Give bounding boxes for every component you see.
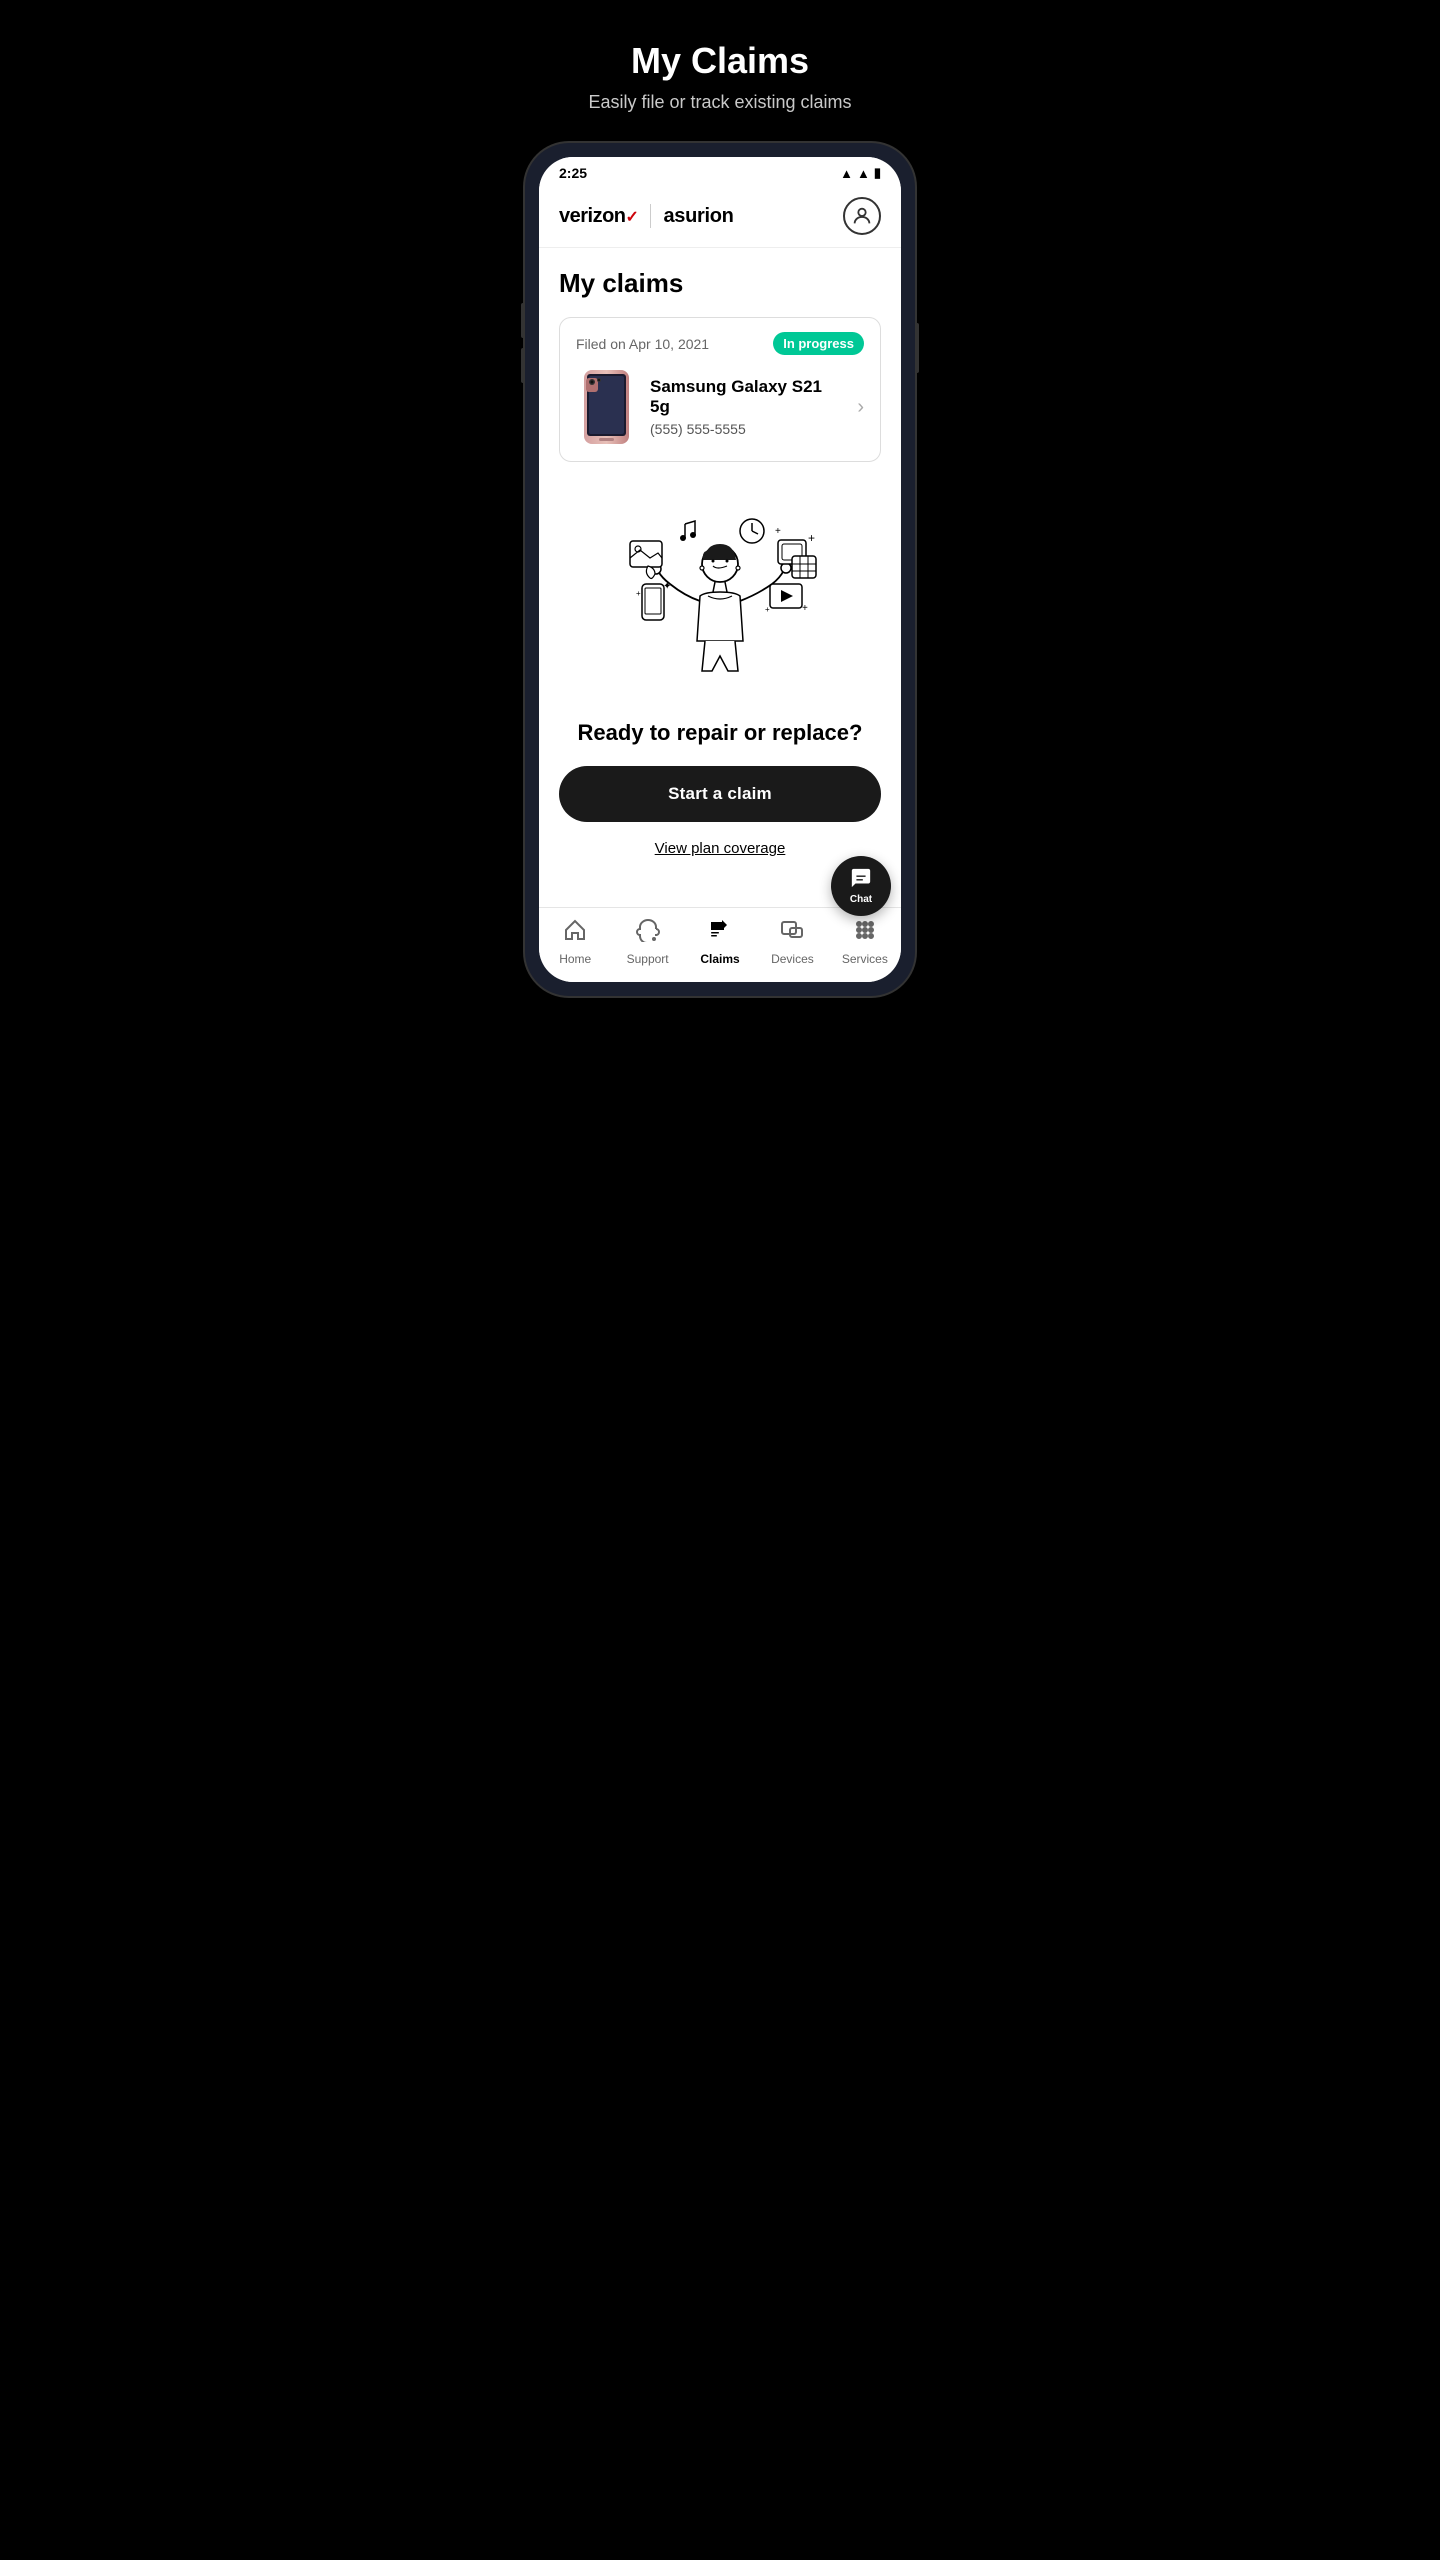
svg-text:+: +: [775, 526, 781, 537]
svg-text:✦: ✦: [663, 581, 671, 592]
device-image: [576, 367, 636, 447]
nav-item-support[interactable]: Support: [611, 918, 683, 966]
home-icon: [563, 918, 587, 948]
verizon-logo: verizon✓: [559, 205, 638, 228]
nav-item-services[interactable]: Services: [829, 918, 901, 966]
start-claim-button[interactable]: Start a claim: [559, 766, 881, 822]
illustration-section: + + ✦ + +: [559, 486, 881, 887]
chevron-right-icon: ›: [857, 396, 864, 419]
svg-text:+: +: [808, 531, 815, 545]
support-icon: [636, 918, 660, 948]
claim-card-header: Filed on Apr 10, 2021 In progress: [576, 332, 864, 355]
home-nav-label: Home: [559, 952, 591, 966]
app-content: My claims Filed on Apr 10, 2021 In progr…: [539, 248, 901, 907]
svg-text:+: +: [802, 603, 808, 614]
logo-container: verizon✓ asurion: [559, 204, 734, 228]
chat-icon: [850, 867, 872, 892]
view-coverage-link[interactable]: View plan coverage: [655, 840, 786, 857]
claims-section-title: My claims: [559, 268, 881, 299]
claim-device-row: Samsung Galaxy S21 5g (555) 555-5555 ›: [576, 367, 864, 447]
device-phone-number: (555) 555-5555: [650, 421, 843, 437]
svg-text:+: +: [636, 589, 641, 598]
outer-wrapper: My Claims Easily file or track existing …: [510, 40, 930, 996]
profile-button[interactable]: [843, 197, 881, 235]
status-time: 2:25: [559, 165, 587, 181]
page-subtitle: Easily file or track existing claims: [588, 92, 851, 113]
logo-divider: [650, 204, 651, 228]
verizon-checkmark-icon: ✓: [626, 209, 639, 226]
bottom-nav: Home Support: [539, 907, 901, 982]
app-header: verizon✓ asurion: [539, 185, 901, 248]
nav-item-devices[interactable]: Devices: [756, 918, 828, 966]
vol-up-button: [521, 303, 525, 338]
services-nav-label: Services: [842, 952, 888, 966]
chat-fab-label: Chat: [850, 894, 872, 905]
status-bar: 2:25 ▲ ▲ ▮: [539, 157, 901, 185]
battery-icon: ▮: [874, 165, 881, 181]
status-badge: In progress: [773, 332, 864, 355]
device-info: Samsung Galaxy S21 5g (555) 555-5555: [650, 377, 843, 437]
svg-text:+: +: [765, 605, 770, 614]
status-icons: ▲ ▲ ▮: [840, 165, 881, 181]
support-nav-label: Support: [627, 952, 669, 966]
phone-frame: 2:25 ▲ ▲ ▮ verizon✓ asurion: [525, 143, 915, 996]
signal-icon: ▲: [857, 166, 870, 181]
vol-down-button: [521, 348, 525, 383]
devices-icon: [780, 918, 804, 948]
claims-icon: [708, 918, 732, 948]
claims-nav-label: Claims: [700, 952, 739, 966]
services-icon: [853, 918, 877, 948]
chat-fab-button[interactable]: Chat: [831, 856, 891, 916]
ready-text: Ready to repair or replace?: [578, 720, 863, 746]
nav-item-home[interactable]: Home: [539, 918, 611, 966]
device-name: Samsung Galaxy S21 5g: [650, 377, 843, 417]
filed-date: Filed on Apr 10, 2021: [576, 336, 709, 352]
nav-item-claims[interactable]: Claims: [684, 918, 756, 966]
wifi-icon: ▲: [840, 166, 853, 181]
page-title: My Claims: [631, 40, 809, 82]
claim-card[interactable]: Filed on Apr 10, 2021 In progress: [559, 317, 881, 462]
devices-nav-label: Devices: [771, 952, 814, 966]
power-button: [915, 323, 919, 373]
asurion-logo: asurion: [663, 205, 733, 228]
